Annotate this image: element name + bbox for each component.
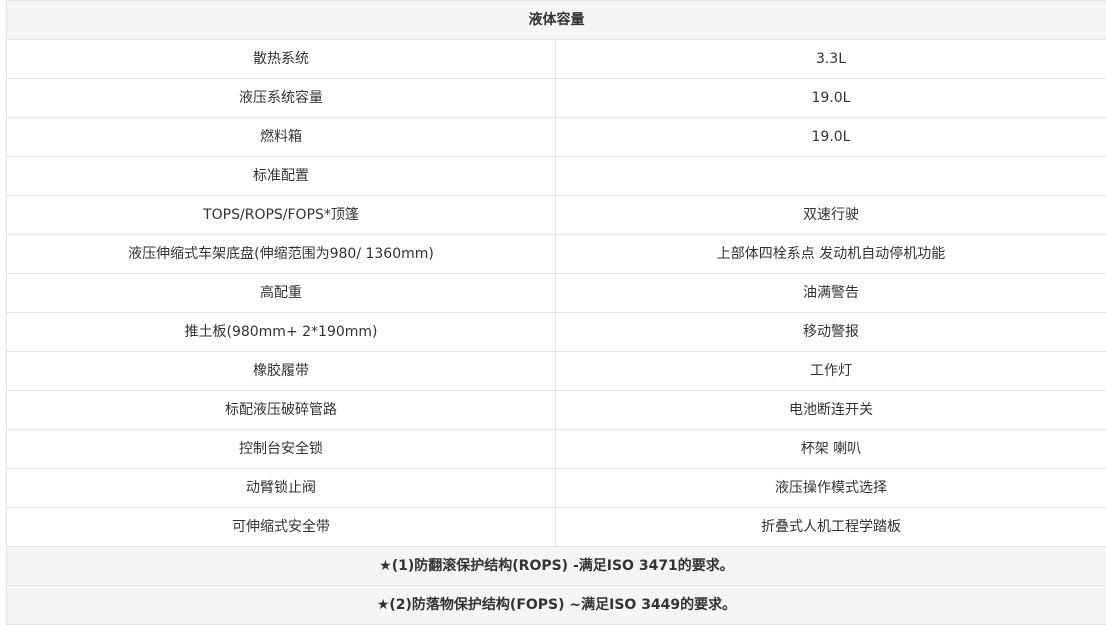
- table-row: 标准配置: [7, 157, 1106, 196]
- row-value: 折叠式人机工程学踏板: [556, 508, 1106, 547]
- row-label: 液压系统容量: [7, 79, 556, 118]
- row-value: 杯架 喇叭: [556, 430, 1106, 469]
- row-label: 高配重: [7, 274, 556, 313]
- table-row: 可伸缩式安全带 折叠式人机工程学踏板: [7, 508, 1106, 547]
- row-value: 上部体四栓系点 发动机自动停机功能: [556, 235, 1106, 274]
- row-label: 控制台安全锁: [7, 430, 556, 469]
- row-value: 油满警告: [556, 274, 1106, 313]
- table-row: 高配重 油满警告: [7, 274, 1106, 313]
- table-row: 橡胶履带 工作灯: [7, 352, 1106, 391]
- row-value: 19.0L: [556, 118, 1106, 157]
- row-value: 双速行驶: [556, 196, 1106, 235]
- note-row: ★(1)防翻滚保护结构(ROPS) -满足ISO 3471的要求。: [7, 547, 1106, 586]
- row-value: 移动警报: [556, 313, 1106, 352]
- note-fops: ★(2)防落物保护结构(FOPS) ~满足ISO 3449的要求。: [7, 586, 1106, 625]
- row-label: 橡胶履带: [7, 352, 556, 391]
- table-header-row: 液体容量: [7, 1, 1106, 40]
- table-row: 燃料箱 19.0L: [7, 118, 1106, 157]
- row-label: 标配液压破碎管路: [7, 391, 556, 430]
- row-value: 液压操作模式选择: [556, 469, 1106, 508]
- row-value: 19.0L: [556, 79, 1106, 118]
- table-row: 液压系统容量 19.0L: [7, 79, 1106, 118]
- row-label: 液压伸缩式车架底盘(伸缩范围为980/ 1360mm): [7, 235, 556, 274]
- row-label: 散热系统: [7, 40, 556, 79]
- row-value: [556, 157, 1106, 196]
- row-label: 动臂锁止阀: [7, 469, 556, 508]
- row-label: 标准配置: [7, 157, 556, 196]
- row-label: TOPS/ROPS/FOPS*顶篷: [7, 196, 556, 235]
- row-value: 3.3L: [556, 40, 1106, 79]
- specification-table: 液体容量 散热系统 3.3L 液压系统容量 19.0L 燃料箱 19.0L 标准…: [6, 0, 1106, 625]
- table-row: 标配液压破碎管路 电池断连开关: [7, 391, 1106, 430]
- table-row: 液压伸缩式车架底盘(伸缩范围为980/ 1360mm) 上部体四栓系点 发动机自…: [7, 235, 1106, 274]
- table-row: 推土板(980mm+ 2*190mm) 移动警报: [7, 313, 1106, 352]
- table-row: TOPS/ROPS/FOPS*顶篷 双速行驶: [7, 196, 1106, 235]
- table-row: 散热系统 3.3L: [7, 40, 1106, 79]
- row-label: 推土板(980mm+ 2*190mm): [7, 313, 556, 352]
- note-rops: ★(1)防翻滚保护结构(ROPS) -满足ISO 3471的要求。: [7, 547, 1106, 586]
- table-row: 动臂锁止阀 液压操作模式选择: [7, 469, 1106, 508]
- table-row: 控制台安全锁 杯架 喇叭: [7, 430, 1106, 469]
- table-header-fluid-capacity: 液体容量: [7, 1, 1106, 40]
- row-value: 电池断连开关: [556, 391, 1106, 430]
- row-value: 工作灯: [556, 352, 1106, 391]
- note-row: ★(2)防落物保护结构(FOPS) ~满足ISO 3449的要求。: [7, 586, 1106, 625]
- row-label: 可伸缩式安全带: [7, 508, 556, 547]
- row-label: 燃料箱: [7, 118, 556, 157]
